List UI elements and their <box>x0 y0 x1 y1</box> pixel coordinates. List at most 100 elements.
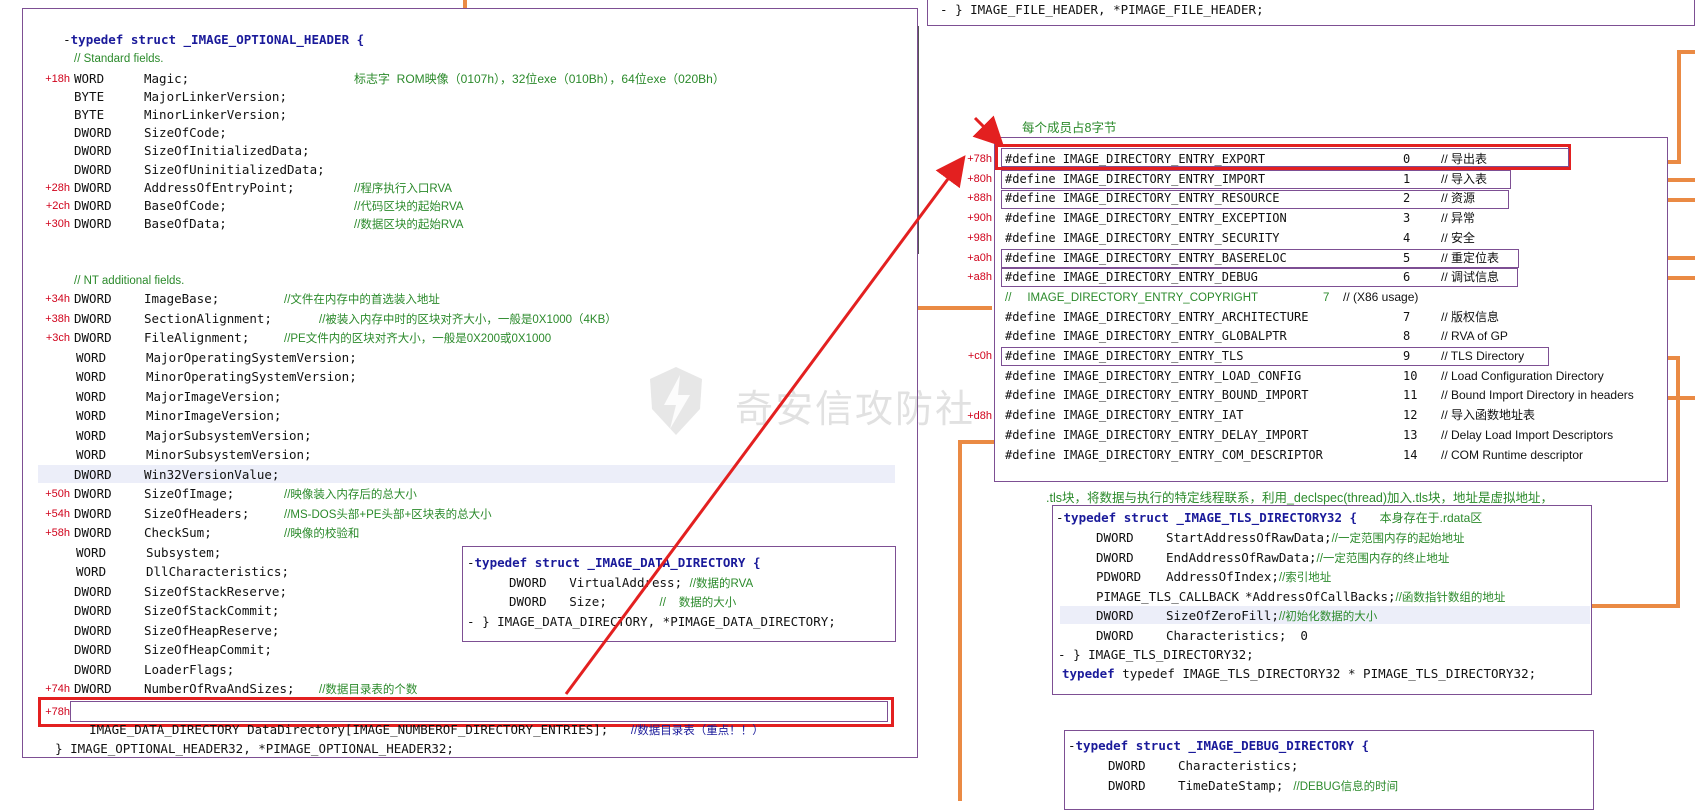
field-type: DWORD <box>74 681 112 696</box>
directory-entry: #define IMAGE_DIRECTORY_ENTRY_BOUND_IMPO… <box>1005 386 1634 404</box>
struct-field: DWORD TimeDateStamp; //DEBUG信息的时间 <box>1108 777 1398 795</box>
field-name: SizeOfUninitializedData; <box>144 161 325 177</box>
connector-line <box>958 440 962 801</box>
struct-field: BYTE MajorLinkerVersion; <box>74 88 354 106</box>
field-comment: //文件在内存中的首选装入地址 <box>284 294 440 306</box>
field-name: AddressOfEntryPoint; <box>144 179 295 195</box>
field-name: *AddressOfCallBacks; <box>1245 588 1396 604</box>
offset-label: +28h <box>45 181 70 194</box>
offset-label: +a8h <box>967 271 992 284</box>
struct-field: DWORD SizeOfHeaders; //MS-DOS头部+PE头部+区块表的总… <box>74 505 492 523</box>
collapse-icon[interactable]: - <box>467 555 475 570</box>
struct-field: DWORD SizeOfStackCommit; <box>74 602 384 620</box>
struct-field: DWORD SizeOfHeapCommit; <box>74 641 384 659</box>
offset-label: +78h <box>967 153 992 165</box>
entry-comment: // 安全 <box>1441 230 1476 245</box>
field-comment: //索引地址 <box>1278 572 1332 584</box>
connector-line <box>1676 356 1680 606</box>
connector-line <box>463 0 467 8</box>
entry-number: 10 <box>1403 368 1418 383</box>
field-type: DWORD <box>74 330 112 345</box>
field-type: WORD <box>76 427 107 443</box>
field-name: MajorOperatingSystemVersion; <box>146 349 357 365</box>
field-type: PIMAGE_TLS_CALLBACK <box>1096 588 1239 604</box>
field-comment: //MS-DOS头部+PE头部+区块表的总大小 <box>284 508 492 521</box>
entry-number: 7 <box>1403 309 1411 324</box>
field-type: DWORD <box>74 143 112 159</box>
offset-label: +30h <box>45 217 70 230</box>
field-type: DWORD <box>1096 608 1134 623</box>
watermark-logo <box>646 365 706 437</box>
field-name: SizeOfImage; <box>144 486 235 501</box>
entry-name: #define IMAGE_DIRECTORY_ENTRY_SECURITY <box>1005 230 1280 245</box>
offset-label: +c0h <box>967 350 992 362</box>
struct-field: DWORD AddressOfEntryPoint; //程序执行入口RVA <box>74 179 452 197</box>
field-name: Subsystem; <box>146 544 222 560</box>
field-name: MinorImageVersion; <box>146 408 282 423</box>
field-name: SizeOfHeaders; <box>144 505 250 521</box>
field-name: MinorSubsystemVersion; <box>146 447 312 462</box>
field-comment: //初始化数据的大小 <box>1278 611 1378 623</box>
struct-field: BYTE MinorLinkerVersion; <box>74 106 354 124</box>
directory-entry: #define IMAGE_DIRECTORY_ENTRY_DELAY_IMPO… <box>1005 426 1613 444</box>
field-comment: //DEBUG信息的时间 <box>1293 781 1399 793</box>
field-type: WORD <box>76 544 107 560</box>
entry-number: 8 <box>1403 329 1411 344</box>
field-comment: //数据区块的起始RVA <box>354 218 464 231</box>
entry-comment: // (X86 usage) <box>1343 289 1419 304</box>
field-comment: //被装入内存中时的区块对齐大小，一般是0X1000（4KB） <box>319 313 617 326</box>
field-name: StartAddressOfRawData; <box>1166 530 1332 545</box>
field-type: DWORD <box>74 161 112 177</box>
struct-field: PIMAGE_TLS_CALLBACK *AddressOfCallBacks;/… <box>1096 588 1505 606</box>
data-directory-struct-panel: -typedef struct _IMAGE_DATA_DIRECTORY { … <box>462 546 896 642</box>
struct-field: DWORD ImageBase; //文件在内存中的首选装入地址 <box>74 290 440 308</box>
entry-name: // IMAGE_DIRECTORY_ENTRY_COPYRIGHT <box>1005 291 1259 304</box>
struct-field: DWORD NumberOfRvaAndSizes; //数据目录表的个数 <box>74 680 417 698</box>
field-type: DWORD <box>74 486 112 501</box>
entry-number: 13 <box>1403 427 1418 442</box>
field-name: EndAddressOfRawData; <box>1166 549 1317 565</box>
field-name: Size; <box>569 594 607 609</box>
field-comment: 标志字 ROM映像（0107h），32位exe（010Bh），64位exe（02… <box>354 72 725 86</box>
offset-label: +80h <box>967 172 992 185</box>
offset-label: +3ch <box>45 332 70 344</box>
offset-label: +90h <box>967 212 992 225</box>
field-name: MajorImageVersion; <box>146 388 282 404</box>
field-comment: //数据目录表的个数 <box>319 684 418 696</box>
entry-box-import <box>1001 170 1511 189</box>
field-type: WORD <box>74 71 105 86</box>
field-name: SizeOfHeapReserve; <box>144 622 280 638</box>
field-name: DllCharacteristics; <box>146 564 289 579</box>
watermark-text: 奇安信攻防社 <box>735 389 976 431</box>
field-name: VirtualAddress; <box>569 575 683 590</box>
field-type: DWORD <box>74 603 112 618</box>
field-name: LoaderFlags; <box>144 661 235 677</box>
field-comment: //一定范围内存的终止地址 <box>1316 552 1450 565</box>
field-name: SectionAlignment; <box>144 310 272 326</box>
field-type: DWORD <box>74 505 112 521</box>
offset-label: +74h <box>45 683 70 695</box>
collapse-icon[interactable]: - <box>63 32 71 47</box>
optional-header-footer-text: } IMAGE_OPTIONAL_HEADER32, *PIMAGE_OPTIO… <box>55 741 454 756</box>
field-name: SizeOfStackReserve; <box>144 583 287 599</box>
field-type: DWORD <box>74 291 112 306</box>
struct-field: WORD MajorSubsystemVersion; <box>74 427 386 445</box>
field-type: DWORD <box>74 125 112 141</box>
field-name: MinorOperatingSystemVersion; <box>146 369 357 384</box>
field-name: SizeOfStackCommit; <box>144 603 280 618</box>
field-type: WORD <box>76 447 107 462</box>
collapse-icon[interactable]: - <box>1056 510 1064 525</box>
field-type: DWORD <box>1096 549 1134 565</box>
entry-comment: // Delay Load Import Descriptors <box>1441 427 1614 442</box>
struct-field: DWORD BaseOfCode; //代码区块的起始RVA <box>74 197 463 215</box>
field-comment: //映像装入内存后的总大小 <box>284 489 417 501</box>
struct-field: DWORD CheckSum; //映像的校验和 <box>74 524 359 542</box>
offset-label: +78h <box>45 706 70 718</box>
field-type: WORD <box>76 408 107 423</box>
data-directory-struct-title: typedef struct _IMAGE_DATA_DIRECTORY { <box>474 555 761 570</box>
field-type: BYTE <box>74 89 105 105</box>
entry-name: #define IMAGE_DIRECTORY_ENTRY_BOUND_IMPO… <box>1005 388 1309 403</box>
collapse-icon[interactable]: - <box>1068 738 1076 753</box>
entry-number: 4 <box>1403 230 1411 245</box>
field-name: MajorSubsystemVersion; <box>146 427 312 443</box>
